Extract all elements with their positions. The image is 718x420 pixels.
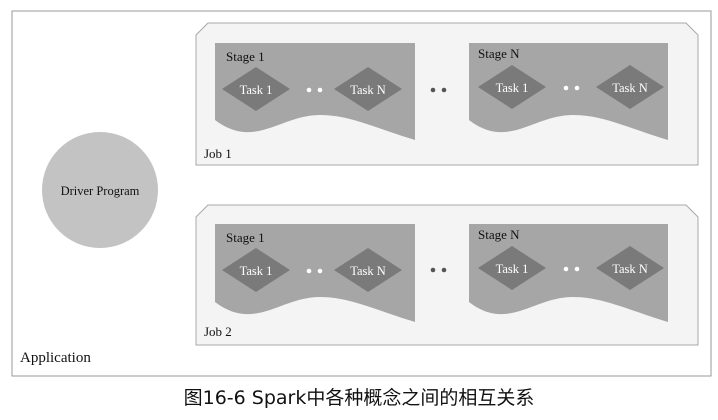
task-label: Task 1 [496,262,529,276]
job-label: Job 1 [204,146,232,161]
job-label: Job 2 [204,324,232,339]
ellipsis-dot [306,268,312,274]
stage-ellipsis-dot [441,267,447,273]
ellipsis-dot [563,85,569,91]
stage-ellipsis-dot [430,267,436,273]
stage-label: Stage 1 [226,49,265,64]
stage-label: Stage N [478,227,520,242]
stage-label: Stage 1 [226,230,265,245]
task-label: Task N [350,83,386,97]
job-1: Job 1 Stage 1 Task 1 Task N Stage N Task… [195,22,699,166]
driver-program-label: Driver Program [61,184,140,198]
ellipsis-dot [574,266,580,272]
job-2: Job 2 Stage 1 Task 1 Task N Stage N Task… [195,204,699,346]
ellipsis-dot [306,87,312,93]
task-label: Task N [612,81,648,95]
stage-ellipsis-dot [441,87,447,93]
ellipsis-dot [563,266,569,272]
spark-concepts-diagram: Application Driver Program Job 1 Stage 1… [11,10,712,409]
ellipsis-dot [317,87,323,93]
task-label: Task N [350,264,386,278]
task-label: Task 1 [496,81,529,95]
task-label: Task 1 [240,264,273,278]
figure-caption: 图16-6 Spark中各种概念之间的相互关系 [184,386,535,409]
stage-label: Stage N [478,46,520,61]
task-label: Task N [612,262,648,276]
stage-ellipsis-dot [430,87,436,93]
ellipsis-dot [574,85,580,91]
ellipsis-dot [317,268,323,274]
application-label: Application [20,350,91,366]
task-label: Task 1 [240,83,273,97]
